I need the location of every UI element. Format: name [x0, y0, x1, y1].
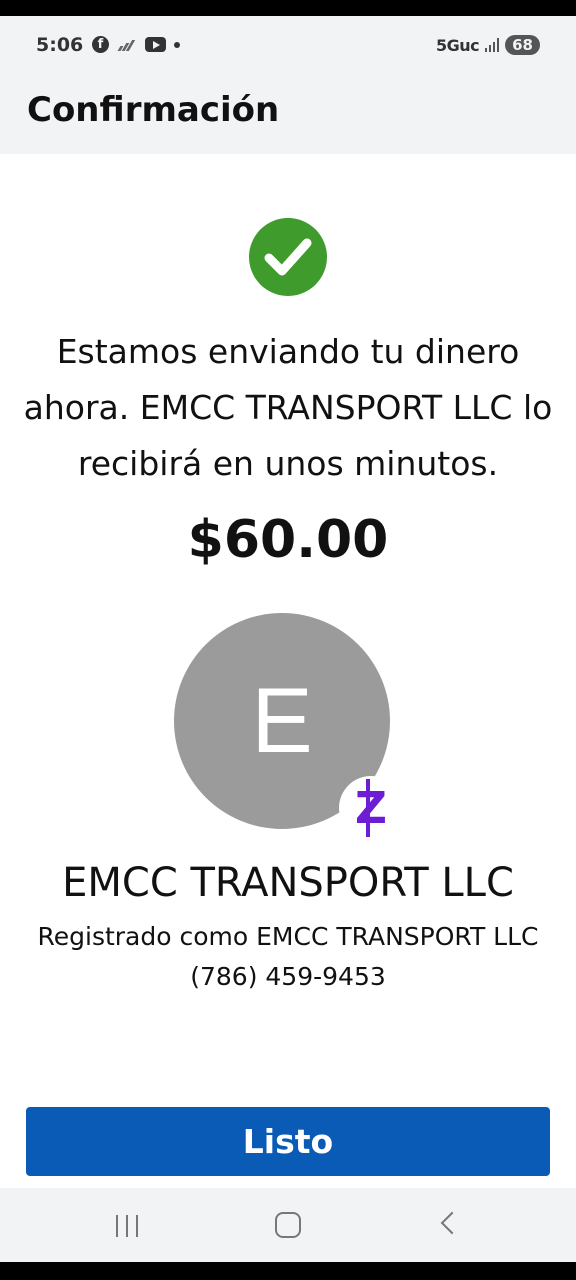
amount: $60.00 [187, 510, 389, 570]
avatar-letter: E [251, 669, 313, 772]
confirmation-message: Estamos enviando tu dinero ahora. EMCC T… [23, 332, 553, 483]
registered-as: Registrado como EMCC TRANSPORT LLC [37, 922, 539, 951]
page-title: Confirmación [27, 90, 280, 130]
wifi-calling-icon [117, 39, 137, 51]
status-bar: 5:06 f 5Guc 68 [0, 16, 576, 74]
back-icon[interactable] [440, 1211, 464, 1235]
top-bezel [0, 0, 576, 16]
recipient-name: EMCC TRANSPORT LLC [62, 860, 514, 906]
recipient-phone: (786) 459-9453 [190, 962, 386, 991]
battery-icon: 68 [505, 35, 540, 55]
checkmark-icon [264, 238, 312, 276]
youtube-icon [145, 37, 166, 52]
app-header: Confirmación [0, 74, 576, 154]
status-time: 5:06 [36, 34, 84, 56]
bottom-bezel [0, 1262, 576, 1280]
status-notification-icons: f [92, 36, 180, 53]
notification-dot-icon [174, 41, 180, 48]
facebook-icon: f [92, 36, 109, 53]
zelle-badge: Z [339, 776, 403, 840]
done-button[interactable]: Listo [26, 1107, 550, 1176]
home-icon[interactable] [275, 1212, 301, 1238]
status-system-icons: 5Guc 68 [436, 35, 540, 55]
navigation-bar [0, 1188, 576, 1262]
network-type: 5Guc [435, 35, 480, 55]
recents-icon[interactable] [116, 1215, 140, 1237]
zelle-icon: Z [355, 778, 387, 837]
check-circle-icon [249, 218, 327, 296]
signal-icon [485, 38, 500, 52]
